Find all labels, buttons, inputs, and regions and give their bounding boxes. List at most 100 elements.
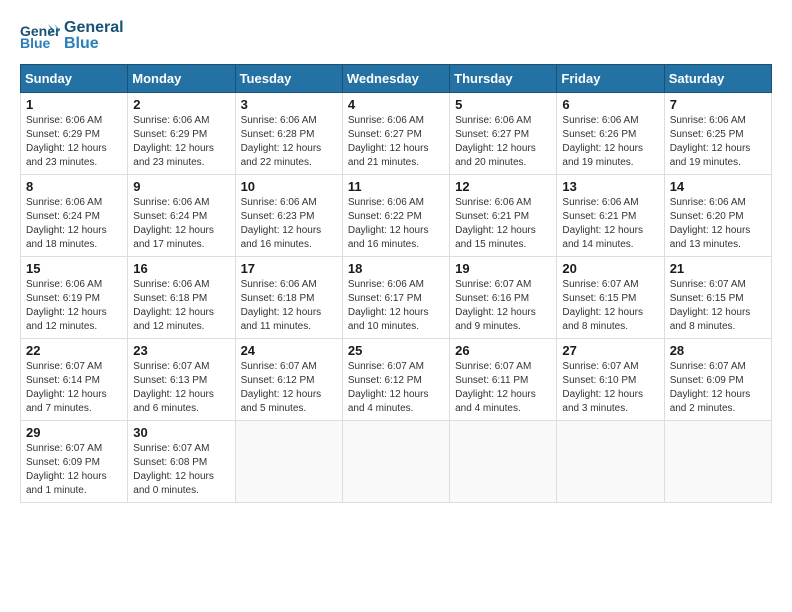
day-info: Sunrise: 6:06 AM Sunset: 6:18 PM Dayligh…	[133, 278, 229, 334]
calendar-day-21: 21 Sunrise: 6:07 AM Sunset: 6:15 PM Dayli…	[664, 257, 771, 339]
day-info: Sunrise: 6:07 AM Sunset: 6:15 PM Dayligh…	[670, 278, 766, 334]
day-number: 10	[241, 179, 337, 194]
calendar-day-9: 9Sunrise: 6:06 AM Sunset: 6:24 PM Daylig…	[128, 175, 235, 257]
day-info: Sunrise: 6:06 AM Sunset: 6:25 PM Dayligh…	[670, 114, 766, 170]
calendar-day-12: 12 Sunrise: 6:06 AM Sunset: 6:21 PM Dayli…	[450, 175, 557, 257]
day-number: 15	[26, 261, 122, 276]
calendar-day-25: 25 Sunrise: 6:07 AM Sunset: 6:12 PM Dayli…	[342, 339, 449, 421]
calendar-week-2: 8 Sunrise: 6:06 AM Sunset: 6:24 PM Daylig…	[21, 175, 772, 257]
day-number: 3	[241, 97, 337, 112]
day-info: Sunrise: 6:06 AM Sunset: 6:21 PM Dayligh…	[562, 196, 658, 252]
logo-general-text: General	[64, 20, 124, 36]
weekday-header-monday: Monday	[128, 65, 235, 93]
weekday-header-friday: Friday	[557, 65, 664, 93]
calendar-day-2: 2 Sunrise: 6:06 AM Sunset: 6:29 PM Daylig…	[128, 93, 235, 175]
day-number: 2	[133, 97, 229, 112]
logo-blue-text: Blue	[64, 36, 124, 52]
day-info: Sunrise: 6:07 AM Sunset: 6:12 PM Dayligh…	[348, 360, 444, 416]
calendar-day-empty	[235, 421, 342, 503]
calendar-day-8: 8 Sunrise: 6:06 AM Sunset: 6:24 PM Daylig…	[21, 175, 128, 257]
weekday-header-thursday: Thursday	[450, 65, 557, 93]
day-number: 21	[670, 261, 766, 276]
calendar-week-5: 29 Sunrise: 6:07 AM Sunset: 6:09 PM Dayli…	[21, 421, 772, 503]
day-info: Sunrise: 6:07 AM Sunset: 6:09 PM Dayligh…	[26, 442, 122, 498]
calendar-day-30: 30 Sunrise: 6:07 AM Sunset: 6:08 PM Dayli…	[128, 421, 235, 503]
day-info: Sunrise: 6:06 AM Sunset: 6:28 PM Dayligh…	[241, 114, 337, 170]
logo-icon: General Blue	[20, 20, 60, 52]
day-info: Sunrise: 6:06 AM Sunset: 6:26 PM Dayligh…	[562, 114, 658, 170]
day-number: 1	[26, 97, 122, 112]
calendar-day-15: 15 Sunrise: 6:06 AM Sunset: 6:19 PM Dayli…	[21, 257, 128, 339]
day-info: Sunrise: 6:06 AM Sunset: 6:24 PM Dayligh…	[26, 196, 122, 252]
day-info: Sunrise: 6:07 AM Sunset: 6:15 PM Dayligh…	[562, 278, 658, 334]
day-info: Sunrise: 6:07 AM Sunset: 6:13 PM Dayligh…	[133, 360, 229, 416]
day-info: Sunrise: 6:06 AM Sunset: 6:17 PM Dayligh…	[348, 278, 444, 334]
day-info: Sunrise: 6:06 AM Sunset: 6:19 PM Dayligh…	[26, 278, 122, 334]
calendar-day-empty	[450, 421, 557, 503]
day-number: 24	[241, 343, 337, 358]
calendar-week-1: 1 Sunrise: 6:06 AM Sunset: 6:29 PM Daylig…	[21, 93, 772, 175]
calendar-week-3: 15 Sunrise: 6:06 AM Sunset: 6:19 PM Dayli…	[21, 257, 772, 339]
day-info: Sunrise: 6:06 AM Sunset: 6:29 PM Dayligh…	[133, 114, 229, 170]
day-info: Sunrise: 6:07 AM Sunset: 6:10 PM Dayligh…	[562, 360, 658, 416]
calendar-day-20: 20 Sunrise: 6:07 AM Sunset: 6:15 PM Dayli…	[557, 257, 664, 339]
calendar-day-4: 4Sunrise: 6:06 AM Sunset: 6:27 PM Daylig…	[342, 93, 449, 175]
calendar-day-26: 26 Sunrise: 6:07 AM Sunset: 6:11 PM Dayli…	[450, 339, 557, 421]
day-number: 14	[670, 179, 766, 194]
day-number: 11	[348, 179, 444, 194]
calendar-day-empty	[557, 421, 664, 503]
calendar-day-17: 17 Sunrise: 6:06 AM Sunset: 6:18 PM Dayli…	[235, 257, 342, 339]
day-info: Sunrise: 6:07 AM Sunset: 6:12 PM Dayligh…	[241, 360, 337, 416]
weekday-header-tuesday: Tuesday	[235, 65, 342, 93]
day-number: 23	[133, 343, 229, 358]
day-info: Sunrise: 6:07 AM Sunset: 6:08 PM Dayligh…	[133, 442, 229, 498]
calendar-day-11: 11Sunrise: 6:06 AM Sunset: 6:22 PM Dayli…	[342, 175, 449, 257]
calendar-day-22: 22Sunrise: 6:07 AM Sunset: 6:14 PM Dayli…	[21, 339, 128, 421]
weekday-header-sunday: Sunday	[21, 65, 128, 93]
day-number: 8	[26, 179, 122, 194]
day-number: 16	[133, 261, 229, 276]
day-number: 27	[562, 343, 658, 358]
calendar-table: SundayMondayTuesdayWednesdayThursdayFrid…	[20, 64, 772, 503]
day-number: 29	[26, 425, 122, 440]
day-number: 5	[455, 97, 551, 112]
day-number: 26	[455, 343, 551, 358]
calendar-day-empty	[342, 421, 449, 503]
calendar-day-16: 16 Sunrise: 6:06 AM Sunset: 6:18 PM Dayli…	[128, 257, 235, 339]
calendar-day-24: 24 Sunrise: 6:07 AM Sunset: 6:12 PM Dayli…	[235, 339, 342, 421]
day-number: 9	[133, 179, 229, 194]
day-number: 30	[133, 425, 229, 440]
day-info: Sunrise: 6:06 AM Sunset: 6:23 PM Dayligh…	[241, 196, 337, 252]
day-number: 28	[670, 343, 766, 358]
calendar-day-28: 28 Sunrise: 6:07 AM Sunset: 6:09 PM Dayli…	[664, 339, 771, 421]
weekday-header-row: SundayMondayTuesdayWednesdayThursdayFrid…	[21, 65, 772, 93]
day-info: Sunrise: 6:07 AM Sunset: 6:16 PM Dayligh…	[455, 278, 551, 334]
day-info: Sunrise: 6:06 AM Sunset: 6:18 PM Dayligh…	[241, 278, 337, 334]
day-info: Sunrise: 6:06 AM Sunset: 6:21 PM Dayligh…	[455, 196, 551, 252]
calendar-day-5: 5 Sunrise: 6:06 AM Sunset: 6:27 PM Daylig…	[450, 93, 557, 175]
calendar-day-3: 3 Sunrise: 6:06 AM Sunset: 6:28 PM Daylig…	[235, 93, 342, 175]
calendar-day-27: 27 Sunrise: 6:07 AM Sunset: 6:10 PM Dayli…	[557, 339, 664, 421]
day-info: Sunrise: 6:06 AM Sunset: 6:27 PM Dayligh…	[455, 114, 551, 170]
weekday-header-saturday: Saturday	[664, 65, 771, 93]
calendar-day-empty	[664, 421, 771, 503]
calendar-day-13: 13Sunrise: 6:06 AM Sunset: 6:21 PM Dayli…	[557, 175, 664, 257]
calendar-day-1: 1 Sunrise: 6:06 AM Sunset: 6:29 PM Daylig…	[21, 93, 128, 175]
day-number: 6	[562, 97, 658, 112]
calendar-day-7: 7 Sunrise: 6:06 AM Sunset: 6:25 PM Daylig…	[664, 93, 771, 175]
svg-text:Blue: Blue	[20, 35, 51, 51]
day-number: 18	[348, 261, 444, 276]
day-number: 7	[670, 97, 766, 112]
day-number: 20	[562, 261, 658, 276]
day-number: 25	[348, 343, 444, 358]
weekday-header-wednesday: Wednesday	[342, 65, 449, 93]
day-info: Sunrise: 6:06 AM Sunset: 6:20 PM Dayligh…	[670, 196, 766, 252]
calendar-day-6: 6 Sunrise: 6:06 AM Sunset: 6:26 PM Daylig…	[557, 93, 664, 175]
day-number: 12	[455, 179, 551, 194]
calendar-day-29: 29 Sunrise: 6:07 AM Sunset: 6:09 PM Dayli…	[21, 421, 128, 503]
day-info: Sunrise: 6:07 AM Sunset: 6:11 PM Dayligh…	[455, 360, 551, 416]
day-info: Sunrise: 6:06 AM Sunset: 6:29 PM Dayligh…	[26, 114, 122, 170]
day-info: Sunrise: 6:07 AM Sunset: 6:14 PM Dayligh…	[26, 360, 122, 416]
day-number: 17	[241, 261, 337, 276]
day-info: Sunrise: 6:07 AM Sunset: 6:09 PM Dayligh…	[670, 360, 766, 416]
